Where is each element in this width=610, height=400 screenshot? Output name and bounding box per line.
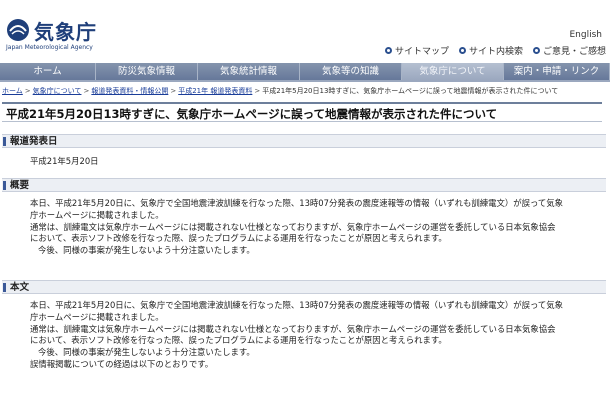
release-date: 平成21年5月20日	[30, 156, 590, 168]
tab-guide-links[interactable]: 案内・申請・リンク	[504, 63, 610, 80]
nav-underline	[0, 80, 610, 82]
body-line: 本日、平成21年5月20日に、気象庁で全国地震津波訓練を行なった際、13時07分…	[30, 300, 564, 310]
breadcrumb-separator: >	[254, 87, 261, 95]
tab-about-jma[interactable]: 気象庁について	[402, 63, 504, 80]
jma-logo[interactable]: 気象庁 Japan Meteorological Agency	[6, 18, 96, 52]
summary-line: において、表示ソフト改修を行なった際、誤ったプログラムによる運用を行なったことが…	[30, 233, 447, 244]
body-line: 今後、同様の事案が発生しないよう十分注意いたします。	[38, 347, 255, 358]
breadcrumb: ホーム > 気象庁について > 報道発表資料・情報公開 > 平成21年 報道発表資料 > 平成2…	[2, 86, 608, 98]
page-title: 平成21年5月20日13時すぎに、気象庁ホームページに誤って地震情報が表示された…	[2, 102, 602, 122]
breadcrumb-link-press[interactable]: 報道発表資料・情報公開	[91, 87, 168, 95]
util-link-sitemap[interactable]: サイトマップ	[384, 44, 449, 57]
summary-line: 今後、同様の事案が発生しないよう十分注意いたします。	[38, 245, 255, 256]
util-link-feedback[interactable]: ご意見・ご感想	[532, 44, 606, 57]
logo-subtext: Japan Meteorological Agency	[6, 44, 93, 51]
tab-knowledge[interactable]: 気象等の知識	[300, 63, 402, 80]
util-link-label: ご意見・ご感想	[542, 47, 606, 57]
section-heading-date: 報道発表日	[2, 134, 606, 148]
summary-line: 本日、平成21年5月20日に、気象庁で全国地震津波訓練を行なった際、13時07分…	[30, 198, 564, 208]
body-line: において、表示ソフト改修を行なった際、誤ったプログラムによる運用を行なったことが…	[30, 335, 447, 346]
util-link-label: サイトマップ	[394, 47, 449, 57]
bullet-circle-icon	[384, 47, 392, 54]
breadcrumb-separator: >	[170, 87, 177, 95]
main-nav: ホーム 防災気象情報 気象統計情報 気象等の知識 気象庁について 案内・申請・リ…	[0, 63, 610, 80]
summary-line: 通常は、訓練電文は気象庁ホームページには掲載されない仕様となっておりますが、気象…	[30, 221, 556, 232]
release-date-text: 平成21年5月20日	[30, 156, 99, 166]
breadcrumb-separator: >	[24, 87, 31, 95]
tab-disaster-info[interactable]: 防災気象情報	[96, 63, 198, 80]
breadcrumb-current: 平成21年5月20日13時すぎに、気象庁ホームページに誤って地震情報が表示された…	[262, 87, 559, 95]
summary-line: 庁ホームページに掲載されました。	[30, 209, 164, 220]
breadcrumb-link-home[interactable]: ホーム	[2, 87, 23, 95]
header: 気象庁 Japan Meteorological Agency English …	[0, 0, 610, 60]
breadcrumb-separator: >	[83, 87, 90, 95]
util-link-search[interactable]: サイト内検索	[458, 44, 523, 57]
body-line: 誤情報掲載についての経過は以下のとおりです。	[30, 358, 214, 369]
tab-statistics[interactable]: 気象統計情報	[198, 63, 300, 80]
section-heading-body: 本文	[2, 280, 606, 294]
utility-links: サイトマップ サイト内検索 ご意見・ご感想	[384, 44, 606, 57]
breadcrumb-link-about[interactable]: 気象庁について	[33, 87, 82, 95]
bullet-circle-icon	[532, 47, 540, 54]
section-heading-summary: 概要	[2, 178, 606, 192]
bullet-circle-icon	[458, 47, 466, 54]
body-line: 庁ホームページに掲載されました。	[30, 311, 164, 322]
body-text: 本日、平成21年5月20日に、気象庁で全国地震津波訓練を行なった際、13時07分…	[30, 300, 590, 371]
summary-text: 本日、平成21年5月20日に、気象庁で全国地震津波訓練を行なった際、13時07分…	[30, 198, 590, 257]
jma-logo-icon	[7, 19, 29, 41]
breadcrumb-link-h21[interactable]: 平成21年 報道発表資料	[178, 87, 252, 95]
english-link[interactable]: English	[570, 30, 603, 40]
tab-home[interactable]: ホーム	[0, 63, 96, 80]
logo-text: 気象庁	[34, 20, 97, 44]
body-line: 通常は、訓練電文は気象庁ホームページには掲載されない仕様となっておりますが、気象…	[30, 323, 556, 334]
util-link-label: サイト内検索	[468, 47, 523, 57]
